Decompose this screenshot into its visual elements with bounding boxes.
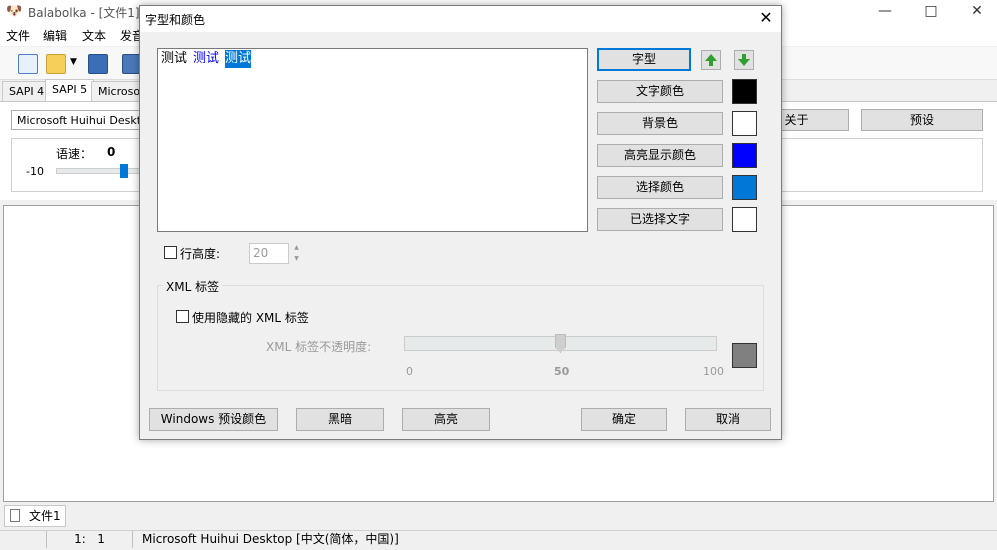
arrow-down-icon: [738, 54, 750, 66]
windows-preset-colors-button[interactable]: Windows 预设颜色: [149, 408, 278, 431]
move-up-button[interactable]: [701, 50, 721, 70]
text-color-swatch[interactable]: [732, 79, 757, 104]
menu-text[interactable]: 文本: [82, 27, 106, 44]
selection-color-swatch[interactable]: [732, 175, 757, 200]
status-cell-empty: [0, 531, 47, 548]
preview-highlight-text: 测试: [193, 51, 220, 66]
rate-min-label: -10: [26, 165, 44, 178]
line-height-label: 行高度:: [180, 247, 221, 261]
xml-opacity-color-swatch[interactable]: [732, 343, 757, 368]
use-hidden-xml-label: 使用隐藏的 XML 标签: [192, 311, 309, 325]
app-logo-icon: 🐶: [6, 4, 23, 19]
document-icon: [10, 509, 20, 522]
preset-button[interactable]: 预设: [861, 109, 983, 131]
selection-color-button[interactable]: 选择颜色: [597, 176, 723, 199]
line-height-spinner[interactable]: ▲ ▼: [290, 243, 303, 264]
highlight-color-swatch[interactable]: [732, 143, 757, 168]
preview-selected-text: 测试: [225, 50, 252, 68]
move-down-button[interactable]: [734, 50, 754, 70]
spin-up-icon[interactable]: ▲: [290, 243, 303, 253]
menu-edit[interactable]: 编辑: [43, 27, 67, 44]
document-tab[interactable]: 文件1: [4, 505, 66, 527]
tab-sapi4[interactable]: SAPI 4: [2, 81, 52, 102]
line-height-checkbox[interactable]: [164, 246, 177, 259]
font-button[interactable]: 字型: [597, 48, 691, 71]
background-color-swatch[interactable]: [732, 111, 757, 136]
xml-group-title: XML 标签: [163, 278, 223, 295]
preview-normal-text: 测试: [161, 51, 188, 66]
preview-box: [157, 48, 588, 232]
open-dropdown-icon[interactable]: ▼: [70, 57, 77, 67]
save-icon[interactable]: [88, 54, 108, 74]
maximize-button[interactable]: □: [908, 0, 954, 24]
minimize-button[interactable]: —: [862, 0, 908, 24]
text-color-button[interactable]: 文字颜色: [597, 80, 723, 103]
rate-slider-track[interactable]: [56, 168, 141, 174]
status-voice: Microsoft Huihui Desktop [中文(简体，中国)]: [142, 532, 399, 546]
xml-opacity-label: XML 标签不透明度:: [266, 340, 372, 354]
background-color-button[interactable]: 背景色: [597, 112, 723, 135]
main-window-title: Balabolka - [文件1]: [28, 6, 140, 20]
document-tab-label: 文件1: [29, 509, 61, 523]
selected-text-color-swatch[interactable]: [732, 207, 757, 232]
bright-theme-button[interactable]: 高亮: [402, 408, 490, 431]
new-file-icon[interactable]: [18, 54, 38, 74]
status-cursor-position: 1: 1: [47, 531, 133, 548]
ok-button[interactable]: 确定: [581, 408, 667, 431]
tab-sapi5[interactable]: SAPI 5: [45, 79, 95, 102]
dark-theme-button[interactable]: 黑暗: [296, 408, 384, 431]
line-height-input[interactable]: 20: [249, 243, 289, 264]
dialog-titlebar: [140, 6, 781, 32]
slider-mid-label: 50: [554, 365, 570, 378]
dialog-close-button[interactable]: ✕: [753, 7, 779, 29]
spin-down-icon[interactable]: ▼: [290, 254, 303, 264]
highlight-color-button[interactable]: 高亮显示颜色: [597, 144, 723, 167]
menu-file[interactable]: 文件: [6, 27, 30, 44]
rate-value: 0: [107, 145, 116, 159]
use-hidden-xml-checkbox[interactable]: [176, 310, 189, 323]
rate-label: 语速：: [56, 147, 93, 161]
slider-min-label: 0: [406, 365, 413, 378]
arrow-up-icon: [705, 54, 717, 66]
close-window-button[interactable]: ✕: [954, 0, 997, 24]
dialog-title: 字型和颜色: [145, 13, 206, 27]
selected-text-color-button[interactable]: 已选择文字: [597, 208, 723, 231]
slider-max-label: 100: [703, 365, 724, 378]
open-folder-icon[interactable]: [46, 54, 66, 74]
cancel-button[interactable]: 取消: [685, 408, 771, 431]
rate-slider-thumb[interactable]: [120, 164, 128, 178]
